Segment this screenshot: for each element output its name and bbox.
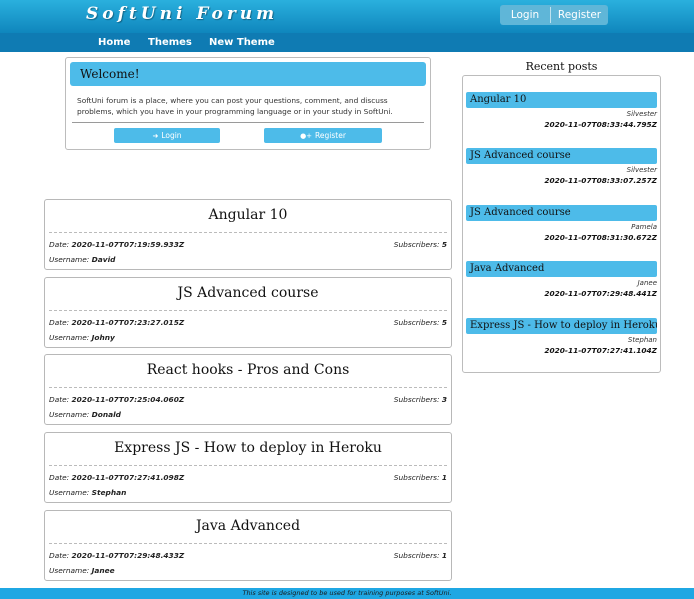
theme-divider — [49, 543, 447, 544]
recent-post-date: 2020-11-07T08:33:44.795Z — [544, 120, 657, 129]
header-register-link[interactable]: Register — [551, 5, 608, 25]
theme-title[interactable]: Angular 10 — [45, 207, 451, 223]
theme-date: Date: 2020-11-07T07:29:48.433Z — [49, 551, 185, 560]
welcome-login-label: Login — [161, 131, 182, 140]
theme-title[interactable]: Java Advanced — [45, 518, 451, 534]
theme-title[interactable]: JS Advanced course — [45, 285, 451, 301]
recent-post-date: 2020-11-07T07:29:48.441Z — [544, 289, 657, 298]
theme-card[interactable]: Java Advanced Date: 2020-11-07T07:29:48.… — [44, 510, 452, 581]
theme-username: Username: Janee — [49, 566, 115, 575]
recent-post-author: Pamela — [631, 223, 657, 231]
theme-card[interactable]: React hooks - Pros and Cons Date: 2020-1… — [44, 354, 452, 425]
theme-subscribers: Subscribers: 5 — [393, 240, 447, 249]
welcome-panel: Welcome! SoftUni forum is a place, where… — [65, 57, 431, 150]
recent-post[interactable]: JS Advanced course Silvester 2020-11-07T… — [466, 148, 657, 185]
theme-subscribers: Subscribers: 1 — [393, 473, 447, 482]
theme-card[interactable]: Angular 10 Date: 2020-11-07T07:19:59.933… — [44, 199, 452, 270]
recent-post-title[interactable]: Express JS - How to deploy in Heroku — [466, 318, 657, 334]
recent-post-author: Silvester — [626, 110, 657, 118]
recent-post-title[interactable]: Angular 10 — [466, 92, 657, 108]
nav-themes[interactable]: Themes — [148, 37, 192, 48]
recent-post[interactable]: Angular 10 Silvester 2020-11-07T08:33:44… — [466, 92, 657, 129]
recent-post[interactable]: Express JS - How to deploy in Heroku Ste… — [466, 318, 657, 355]
recent-post-author: Janee — [637, 279, 657, 287]
theme-title[interactable]: React hooks - Pros and Cons — [45, 362, 451, 378]
theme-title[interactable]: Express JS - How to deploy in Heroku — [45, 440, 451, 456]
recent-posts-heading: Recent posts — [525, 60, 598, 73]
recent-post-title[interactable]: JS Advanced course — [466, 148, 657, 164]
recent-post-author: Stephan — [627, 336, 657, 344]
header-login-link[interactable]: Login — [500, 5, 550, 25]
recent-post-date: 2020-11-07T08:31:30.672Z — [544, 233, 657, 242]
theme-divider — [49, 232, 447, 233]
theme-date: Date: 2020-11-07T07:23:27.015Z — [49, 318, 185, 327]
footer-note: This site is designed to be used for tra… — [0, 588, 694, 599]
nav-new-theme[interactable]: New Theme — [209, 37, 275, 48]
recent-post[interactable]: Java Advanced Janee 2020-11-07T07:29:48.… — [466, 261, 657, 298]
theme-date: Date: 2020-11-07T07:19:59.933Z — [49, 240, 185, 249]
theme-subscribers: Subscribers: 3 — [393, 395, 447, 404]
recent-post-author: Silvester — [626, 166, 657, 174]
theme-username: Username: Stephan — [49, 488, 127, 497]
welcome-register-button[interactable]: ●+ Register — [264, 128, 382, 143]
recent-post-date: 2020-11-07T08:33:07.257Z — [544, 176, 657, 185]
welcome-login-button[interactable]: ➜ Login — [114, 128, 220, 143]
recent-post-title[interactable]: Java Advanced — [466, 261, 657, 277]
theme-card[interactable]: JS Advanced course Date: 2020-11-07T07:2… — [44, 277, 452, 348]
welcome-description: SoftUni forum is a place, where you can … — [77, 96, 393, 116]
theme-username: Username: David — [49, 255, 116, 264]
nav-home[interactable]: Home — [98, 37, 130, 48]
theme-divider — [49, 387, 447, 388]
theme-card[interactable]: Express JS - How to deploy in Heroku Dat… — [44, 432, 452, 503]
theme-date: Date: 2020-11-07T07:25:04.060Z — [49, 395, 185, 404]
theme-subscribers: Subscribers: 5 — [393, 318, 447, 327]
recent-post-date: 2020-11-07T07:27:41.104Z — [544, 346, 657, 355]
auth-links: Login Register — [500, 5, 608, 25]
welcome-register-label: Register — [315, 131, 346, 140]
theme-divider — [49, 465, 447, 466]
brand-logo[interactable]: SoftUni Forum — [86, 4, 278, 24]
top-header: SoftUni Forum Login Register — [0, 0, 694, 33]
theme-username: Username: Donald — [49, 410, 121, 419]
theme-divider — [49, 310, 447, 311]
user-plus-icon: ●+ — [300, 132, 313, 140]
sign-in-icon: ➜ — [152, 132, 159, 140]
recent-post-title[interactable]: JS Advanced course — [466, 205, 657, 221]
welcome-title: Welcome! — [70, 62, 426, 86]
recent-post[interactable]: JS Advanced course Pamela 2020-11-07T08:… — [466, 205, 657, 242]
theme-date: Date: 2020-11-07T07:27:41.098Z — [49, 473, 185, 482]
theme-username: Username: Johny — [49, 333, 115, 342]
theme-subscribers: Subscribers: 1 — [393, 551, 447, 560]
welcome-divider — [72, 122, 424, 123]
main-nav: Home Themes New Theme — [0, 33, 694, 52]
